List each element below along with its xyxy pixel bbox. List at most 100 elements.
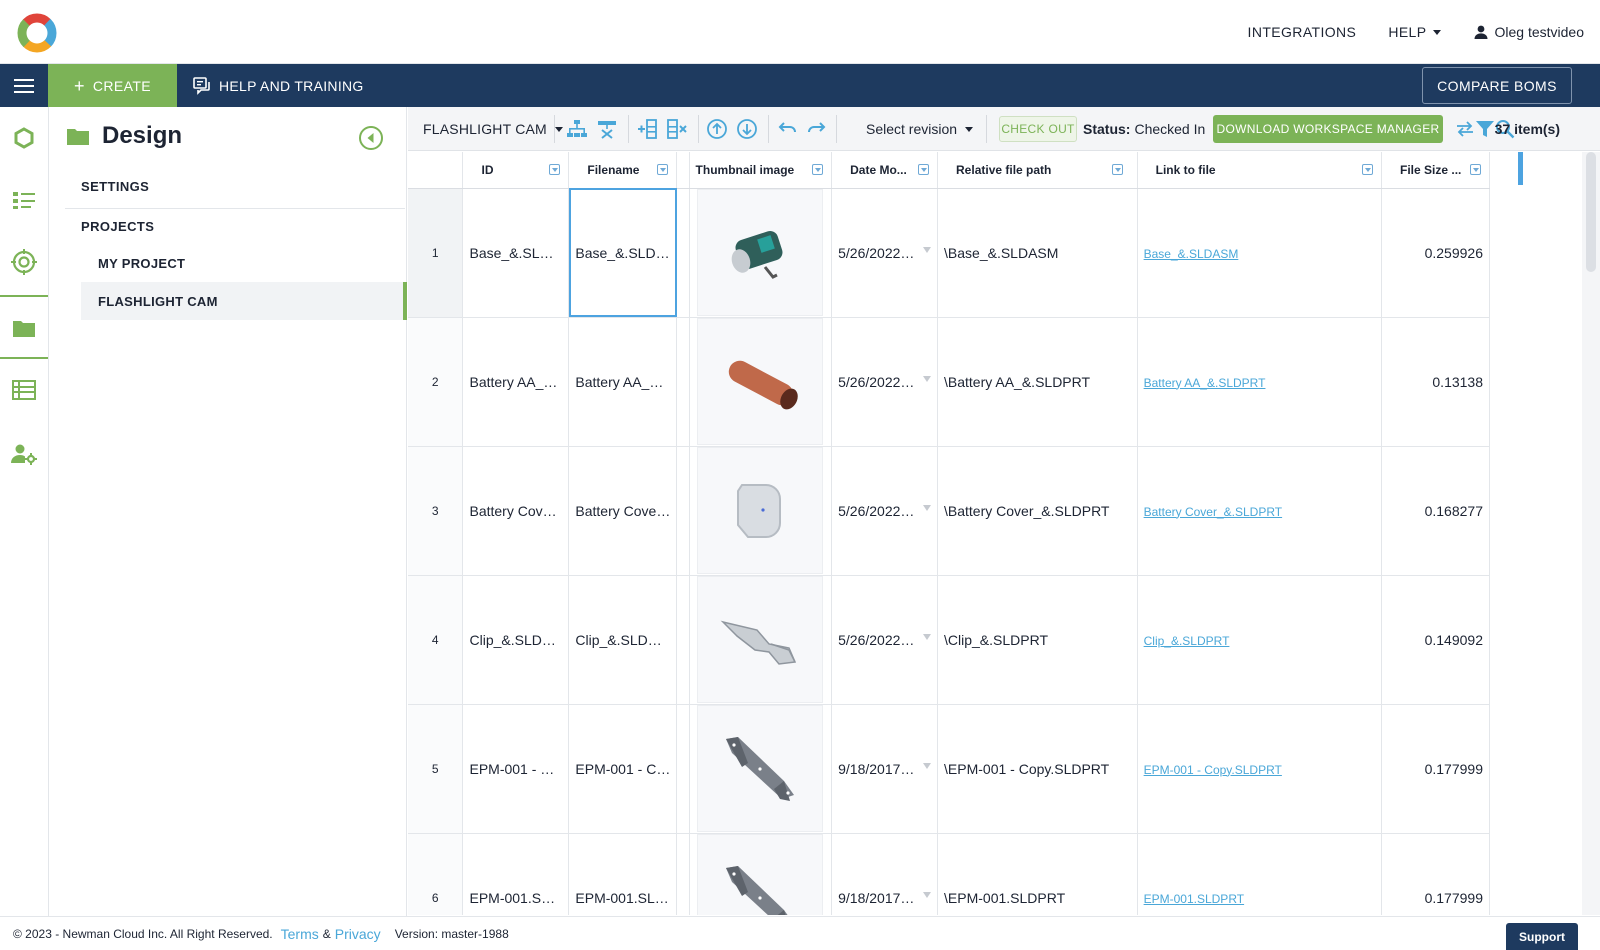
column-filter-icon[interactable] bbox=[657, 164, 669, 175]
swap-icon[interactable] bbox=[1454, 118, 1476, 140]
cell-file-size[interactable]: 0.168277 bbox=[1381, 446, 1490, 576]
cell-link-to-file[interactable]: Clip_&.SLDPRT bbox=[1137, 575, 1383, 705]
cell-file-size[interactable]: 0.177999 bbox=[1381, 833, 1490, 915]
column-filter-icon[interactable] bbox=[1470, 164, 1481, 175]
cell-filename[interactable]: EPM-001 - Copy.SLDPRT bbox=[568, 704, 678, 834]
cell-link-to-file[interactable]: EPM-001.SLDPRT bbox=[1137, 833, 1383, 915]
cell-id[interactable]: EPM-001.SLDPRT bbox=[462, 833, 570, 915]
cell-relative-path[interactable]: \Battery Cover_&.SLDPRT bbox=[937, 446, 1138, 576]
privacy-link[interactable]: Privacy bbox=[335, 926, 381, 942]
integrations-link[interactable]: INTEGRATIONS bbox=[1248, 24, 1357, 40]
row-number[interactable]: 1 bbox=[408, 188, 464, 318]
row-number[interactable]: 3 bbox=[408, 446, 464, 576]
vertical-scrollbar[interactable] bbox=[1582, 152, 1600, 915]
table-row[interactable]: 4Clip_&.SLDPRTClip_&.SLDPRT5/26/2022 12:… bbox=[408, 575, 1490, 705]
file-link[interactable]: Base_&.SLDASM bbox=[1144, 247, 1239, 261]
check-out-button[interactable]: CHECK OUT bbox=[999, 116, 1077, 142]
rail-hexagon-icon[interactable] bbox=[0, 107, 48, 169]
hamburger-menu-icon[interactable] bbox=[0, 64, 48, 107]
file-link[interactable]: EPM-001 - Copy.SLDPRT bbox=[1144, 763, 1282, 777]
column-resize-handle[interactable] bbox=[1518, 152, 1523, 185]
compare-boms-button[interactable]: COMPARE BOMS bbox=[1422, 67, 1572, 104]
cell-file-size[interactable]: 0.259926 bbox=[1381, 188, 1490, 318]
row-number[interactable]: 2 bbox=[408, 317, 464, 447]
column-header-date-modified[interactable]: Date Mo... bbox=[831, 152, 939, 189]
cell-relative-path[interactable]: \EPM-001.SLDPRT bbox=[937, 833, 1138, 915]
cell-link-to-file[interactable]: Battery Cover_&.SLDPRT bbox=[1137, 446, 1383, 576]
cell-date-modified[interactable]: 5/26/2022 12:00 PM bbox=[831, 317, 939, 447]
column-filter-icon[interactable] bbox=[918, 164, 930, 175]
file-link[interactable]: Battery Cover_&.SLDPRT bbox=[1144, 505, 1283, 519]
column-filter-icon[interactable] bbox=[1362, 164, 1374, 175]
table-row[interactable]: 6EPM-001.SLDPRTEPM-001.SLDPRT9/18/2017 1… bbox=[408, 833, 1490, 915]
undo-icon[interactable] bbox=[776, 118, 798, 140]
help-menu[interactable]: HELP bbox=[1388, 24, 1441, 40]
download-workspace-manager-button[interactable]: DOWNLOAD WORKSPACE MANAGER bbox=[1213, 115, 1443, 143]
cell-thumbnail[interactable] bbox=[689, 575, 833, 705]
settings-link[interactable]: SETTINGS bbox=[81, 179, 149, 194]
column-header-thumbnail[interactable]: Thumbnail image bbox=[689, 152, 833, 189]
file-link[interactable]: Battery AA_&.SLDPRT bbox=[1144, 376, 1266, 390]
column-filter-icon[interactable] bbox=[549, 164, 561, 175]
row-number[interactable]: 5 bbox=[408, 704, 464, 834]
cell-thumbnail[interactable] bbox=[689, 704, 833, 834]
cell-date-modified[interactable]: 5/26/2022 12:00 PM bbox=[831, 575, 939, 705]
cell-date-modified[interactable]: 9/18/2017 12:00 PM bbox=[831, 833, 939, 915]
scrollbar-thumb[interactable] bbox=[1586, 152, 1596, 272]
cell-thumbnail[interactable] bbox=[689, 317, 833, 447]
column-header-link-to-file[interactable]: Link to file bbox=[1137, 152, 1383, 189]
rail-table-icon[interactable] bbox=[0, 359, 48, 421]
column-header-filename[interactable]: Filename bbox=[568, 152, 678, 189]
add-hierarchy-icon[interactable] bbox=[566, 118, 588, 140]
rail-user-settings-icon[interactable] bbox=[0, 423, 48, 485]
cell-id[interactable]: Base_&.SLDASM bbox=[462, 188, 570, 318]
create-button[interactable]: + CREATE bbox=[48, 64, 177, 107]
app-logo-icon[interactable] bbox=[15, 11, 59, 55]
projects-heading[interactable]: PROJECTS bbox=[81, 219, 154, 234]
table-row[interactable]: 1Base_&.SLDASMBase_&.SLDASM5/26/2022 12:… bbox=[408, 188, 1490, 318]
help-and-training-button[interactable]: HELP AND TRAINING bbox=[193, 64, 364, 107]
column-header-file-size[interactable]: File Size ... bbox=[1381, 152, 1490, 189]
column-filter-icon[interactable] bbox=[1111, 164, 1123, 175]
cell-id[interactable]: Battery Cover_&.SLDPRT bbox=[462, 446, 570, 576]
cell-date-modified[interactable]: 9/18/2017 12:00 PM bbox=[831, 704, 939, 834]
project-selector[interactable]: FLASHLIGHT CAM bbox=[423, 107, 563, 151]
add-column-icon[interactable] bbox=[636, 118, 658, 140]
remove-column-icon[interactable] bbox=[666, 118, 688, 140]
cell-filename[interactable]: Battery AA_&.SLDPRT bbox=[568, 317, 678, 447]
cell-id[interactable]: Battery AA_&.SLDPRT bbox=[462, 317, 570, 447]
cell-relative-path[interactable]: \Clip_&.SLDPRT bbox=[937, 575, 1138, 705]
project-item-my-project[interactable]: MY PROJECT bbox=[81, 244, 407, 282]
rail-list-icon[interactable] bbox=[0, 169, 48, 231]
cell-filename[interactable]: Base_&.SLDASM bbox=[568, 188, 678, 318]
cell-file-size[interactable]: 0.13138 bbox=[1381, 317, 1490, 447]
rail-folder-icon[interactable] bbox=[0, 297, 48, 359]
move-up-icon[interactable] bbox=[706, 118, 728, 140]
cell-thumbnail[interactable] bbox=[689, 188, 833, 318]
cell-file-size[interactable]: 0.149092 bbox=[1381, 575, 1490, 705]
move-down-icon[interactable] bbox=[736, 118, 758, 140]
cell-id[interactable]: Clip_&.SLDPRT bbox=[462, 575, 570, 705]
filter-icon[interactable] bbox=[1474, 118, 1496, 140]
cell-filename[interactable]: Clip_&.SLDPRT bbox=[568, 575, 678, 705]
cell-filename[interactable]: EPM-001.SLDPRT bbox=[568, 833, 678, 915]
column-header-relative-path[interactable]: Relative file path bbox=[937, 152, 1138, 189]
cell-relative-path[interactable]: \Battery AA_&.SLDPRT bbox=[937, 317, 1138, 447]
cell-file-size[interactable]: 0.177999 bbox=[1381, 704, 1490, 834]
cell-relative-path[interactable]: \EPM-001 - Copy.SLDPRT bbox=[937, 704, 1138, 834]
cell-thumbnail[interactable] bbox=[689, 833, 833, 915]
rail-target-icon[interactable] bbox=[0, 231, 48, 293]
user-menu[interactable]: Oleg testvideo bbox=[1473, 24, 1584, 40]
cell-link-to-file[interactable]: Base_&.SLDASM bbox=[1137, 188, 1383, 318]
cell-filename[interactable]: Battery Cover_&.SLDPRT bbox=[568, 446, 678, 576]
terms-link[interactable]: Terms bbox=[281, 926, 319, 942]
cell-link-to-file[interactable]: Battery AA_&.SLDPRT bbox=[1137, 317, 1383, 447]
remove-hierarchy-icon[interactable] bbox=[596, 118, 618, 140]
column-header-id[interactable]: ID bbox=[462, 152, 570, 189]
collapse-panel-icon[interactable] bbox=[358, 125, 384, 151]
row-number[interactable]: 4 bbox=[408, 575, 464, 705]
cell-thumbnail[interactable] bbox=[689, 446, 833, 576]
file-link[interactable]: Clip_&.SLDPRT bbox=[1144, 634, 1230, 648]
cell-link-to-file[interactable]: EPM-001 - Copy.SLDPRT bbox=[1137, 704, 1383, 834]
project-item-flashlight-cam[interactable]: FLASHLIGHT CAM bbox=[81, 282, 407, 320]
